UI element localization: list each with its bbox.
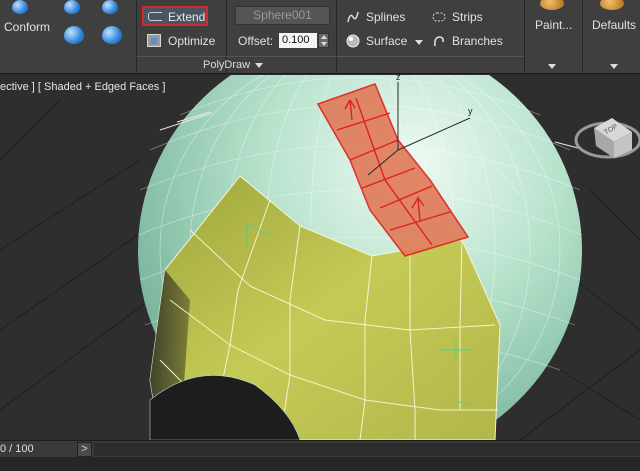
polydraw-dropdown-icon[interactable] bbox=[255, 62, 264, 68]
polydraw-group-title[interactable]: PolyDraw bbox=[203, 57, 264, 74]
axis-y-label: y bbox=[468, 106, 473, 116]
divider bbox=[136, 0, 137, 74]
surface-icon bbox=[346, 34, 360, 48]
conform-tool-icon-2[interactable] bbox=[102, 0, 118, 14]
splines-button[interactable]: Splines bbox=[366, 10, 405, 24]
target-object-field[interactable]: Sphere001 bbox=[235, 6, 330, 25]
offset-label: Offset: bbox=[238, 34, 274, 48]
extend-icon bbox=[148, 12, 162, 21]
strips-button[interactable]: Strips bbox=[452, 10, 483, 24]
divider bbox=[336, 0, 337, 74]
viewcube: TOP bbox=[574, 118, 640, 159]
track-bar[interactable] bbox=[0, 457, 640, 471]
perspective-viewport[interactable]: z y TOP ective ] [ Shaded + Edged Faces … bbox=[0, 75, 640, 440]
paint-expand-icon[interactable] bbox=[548, 64, 556, 69]
divider bbox=[524, 0, 525, 74]
surface-button[interactable]: Surface bbox=[366, 34, 407, 48]
splines-icon bbox=[347, 11, 359, 23]
next-frame-button[interactable]: > bbox=[77, 442, 92, 457]
paint-icon[interactable] bbox=[540, 0, 564, 10]
optimize-icon[interactable] bbox=[147, 34, 161, 47]
defaults-button[interactable]: Defaults bbox=[592, 18, 636, 32]
branches-icon bbox=[434, 36, 444, 47]
strips-icon bbox=[432, 12, 446, 22]
conform-tool-icon-4[interactable] bbox=[102, 26, 122, 44]
frame-counter: 0 / 100 bbox=[0, 443, 34, 455]
group-divider bbox=[137, 56, 524, 57]
conform-tool-icon-1[interactable] bbox=[64, 0, 80, 14]
offset-input[interactable]: 0.100 bbox=[279, 33, 317, 48]
viewport-label[interactable]: ective ] [ Shaded + Edged Faces ] bbox=[0, 81, 165, 93]
divider bbox=[582, 0, 583, 74]
surface-dropdown-icon[interactable] bbox=[415, 40, 423, 45]
extend-label: Extend bbox=[168, 10, 206, 24]
offset-spinner[interactable] bbox=[318, 33, 329, 48]
axis-z-label: z bbox=[396, 75, 401, 82]
ribbon: Conform Extend Optimize Sphere001 Offset… bbox=[0, 0, 640, 74]
optimize-button[interactable]: Optimize bbox=[168, 34, 215, 48]
viewport-scene[interactable]: z y TOP bbox=[0, 75, 640, 440]
branches-button[interactable]: Branches bbox=[452, 34, 503, 48]
extend-button[interactable]: Extend bbox=[142, 6, 208, 26]
time-slider[interactable]: 0 / 100 > bbox=[0, 440, 640, 457]
defaults-icon[interactable] bbox=[600, 0, 624, 10]
defaults-expand-icon[interactable] bbox=[610, 64, 618, 69]
conform-label[interactable]: Conform bbox=[4, 20, 50, 34]
time-track[interactable] bbox=[94, 443, 640, 456]
paint-button[interactable]: Paint... bbox=[535, 18, 572, 32]
conform-tool-icon-3[interactable] bbox=[64, 26, 84, 44]
conform-brush-icon[interactable] bbox=[12, 0, 28, 14]
